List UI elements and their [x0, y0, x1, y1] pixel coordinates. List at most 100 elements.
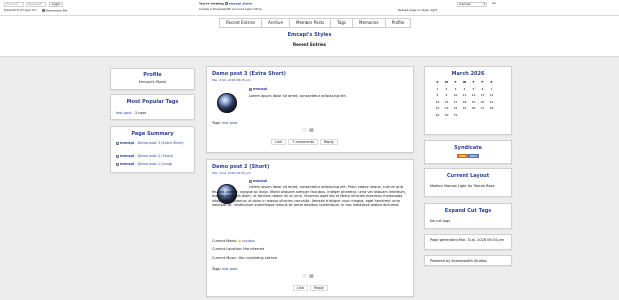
top-login-bar: Account Password Login [OpenID?] (Forgot… [0, 0, 619, 16]
remember-me[interactable]: Remember Me [42, 8, 68, 13]
user-icon [116, 162, 119, 166]
tab-tags[interactable]: Tags [330, 18, 353, 28]
calendar-day: 18 [462, 99, 467, 104]
style-switch-value[interactable]: light [430, 8, 437, 12]
calendar-day: 17 [453, 99, 458, 104]
tag-link[interactable]: test post [222, 121, 237, 125]
viewing-user-link[interactable]: emcapi_styles [229, 2, 253, 6]
comments-button[interactable]: 7 comments [288, 139, 318, 145]
tab-member-posts[interactable]: Member Posts [289, 18, 331, 28]
music-value: the unyielding silence [238, 256, 277, 260]
style-switch[interactable]: Reload page in style: light [398, 8, 437, 13]
entry-card: Demo post 3 (Extra Short) Mar. 21st, 202… [206, 66, 414, 153]
user-icon [116, 141, 119, 145]
search-select[interactable]: Interest ▾ [457, 2, 487, 7]
rss-badge[interactable]: RSS [457, 154, 468, 158]
reply-button[interactable]: Reply [310, 285, 328, 291]
tab-archive[interactable]: Archive [261, 18, 289, 28]
calendar-day: 6 [481, 86, 484, 91]
entry-date[interactable]: Mar. 21st, 2026 08:05 pm [212, 78, 251, 83]
mood-label: Current Mood: [212, 239, 237, 243]
user-icon [116, 154, 119, 158]
summary-user[interactable]: emcapi [120, 154, 134, 158]
entry-title[interactable]: Demo post 3 (Extra Short) [212, 71, 286, 77]
profile-text[interactable]: Emcapi's Styles [111, 80, 194, 84]
page-summary-item[interactable]: emcapi - Demo post 1 (Long) [116, 162, 193, 166]
entry-title[interactable]: Demo post 2 (Short) [212, 164, 269, 170]
mood-value: curious [242, 239, 256, 243]
current-location: Current Location: the internet [212, 247, 264, 251]
calendar-day: 4 [463, 86, 466, 91]
entry-user-name[interactable]: emcapi [253, 87, 267, 91]
calendar-day: 8 [436, 93, 439, 97]
tag-link[interactable]: test post [222, 267, 237, 271]
expand-cut-tags-box: Expand Cut Tags No cut tags [424, 203, 512, 229]
link-button[interactable]: Link [293, 285, 309, 291]
tab-profile[interactable]: Profile [384, 18, 412, 28]
profile-title: Profile [143, 72, 162, 78]
envelope-icon[interactable]: ✉ [309, 129, 314, 134]
entry-icons: ♡ ✉ [302, 129, 314, 134]
calendar-day: 21 [489, 99, 494, 104]
reply-button[interactable]: Reply [319, 139, 338, 145]
calendar-title: March 2026 [451, 71, 485, 77]
page-generated-box: Page generated Mar. 31st, 2026 06:34 pm [424, 234, 512, 250]
entry-actions: Link 7 comments Reply [271, 139, 338, 145]
nav-tabs: Recent Entries Archive Member Posts Tags… [219, 18, 412, 28]
remember-checkbox[interactable] [42, 9, 45, 12]
login-button[interactable]: Login [49, 2, 64, 7]
user-icon [224, 2, 228, 5]
page-summary-item[interactable]: emcapi - Demo post 2 (Short) [116, 154, 193, 158]
popular-tag-link[interactable]: test post [116, 111, 131, 115]
calendar-box: March 2026 S M T W T F S 1 2 3 4 5 6 7 8 9 10 11 12 13 14 15 1… [424, 66, 512, 135]
remember-label: Remember Me [45, 8, 68, 13]
mood-icon: ◉ [238, 239, 242, 243]
tags-label: Tags: [212, 121, 221, 125]
profile-box: Profile Emcapi's Styles [110, 68, 195, 90]
calendar-day: 14 [489, 93, 494, 97]
envelope-icon[interactable]: ✉ [309, 275, 314, 280]
calendar-day: 30 [444, 112, 449, 117]
tab-memories[interactable]: Memories [352, 18, 385, 28]
journal-title[interactable]: Emcapi's Styles [0, 32, 619, 38]
calendar-day: 23 [444, 106, 449, 110]
openid-link[interactable]: [OpenID?] (Forgot it?) [4, 8, 37, 13]
atom-badge[interactable]: Atom [468, 154, 479, 158]
powered-by-link[interactable]: Powered by Dreamwidth Studios [430, 259, 487, 263]
entry-user[interactable]: emcapi [249, 87, 267, 91]
account-input[interactable]: Account [4, 2, 24, 7]
popular-tags-box: Most Popular Tags test post - 3 uses [110, 94, 195, 120]
summary-user[interactable]: emcapi [120, 141, 134, 145]
entry-user-name[interactable]: emcapi [253, 179, 267, 183]
go-button[interactable]: Go [492, 1, 496, 6]
entry-user[interactable]: emcapi [249, 179, 267, 183]
calendar-day: 28 [489, 106, 494, 110]
link-button[interactable]: Link [271, 139, 287, 145]
calendar-day: 1 [436, 86, 439, 91]
tab-recent-entries[interactable]: Recent Entries [219, 18, 262, 28]
summary-entry-link[interactable]: - Demo post 1 (Long) [134, 162, 172, 166]
page-summary-item[interactable]: emcapi - Demo post 3 (Extra Short) [116, 141, 193, 146]
heart-icon[interactable]: ♡ [302, 275, 307, 280]
syndicate-title: Syndicate [454, 145, 482, 151]
entry-body: Lorem ipsum dolor sit amet, consectetur … [249, 94, 347, 98]
viewing-prefix: You're viewing [199, 1, 224, 6]
music-label: Current Music: [212, 256, 238, 260]
create-account-links[interactable]: Create a Dreamwidth Account Learn More [199, 7, 262, 12]
password-input[interactable]: Password [26, 2, 46, 7]
expand-cut-tags-title: Expand Cut Tags [444, 208, 492, 214]
summary-entry-link[interactable]: - Demo post 2 (Short) [134, 154, 173, 158]
viewing-notice: You're viewing emcapi_styles [199, 2, 252, 6]
calendar-day: 27 [480, 106, 485, 110]
entry-tags: Tags: test post [212, 121, 237, 125]
calendar-day: 29 [435, 112, 440, 117]
current-music: Current Music: the unyielding silence [212, 256, 277, 260]
calendar-day: 15 [435, 99, 440, 104]
heart-icon[interactable]: ♡ [302, 129, 307, 134]
entry-date[interactable]: Mar. 21st, 2026 08:05 pm [212, 171, 251, 176]
summary-entry-link[interactable]: - Demo post 3 (Extra Short) [134, 141, 183, 145]
page-summary-title: Page Summary [131, 131, 174, 137]
summary-user[interactable]: emcapi [120, 162, 134, 166]
calendar-day: 25 [462, 106, 467, 110]
chevron-down-icon: ▾ [483, 2, 485, 6]
